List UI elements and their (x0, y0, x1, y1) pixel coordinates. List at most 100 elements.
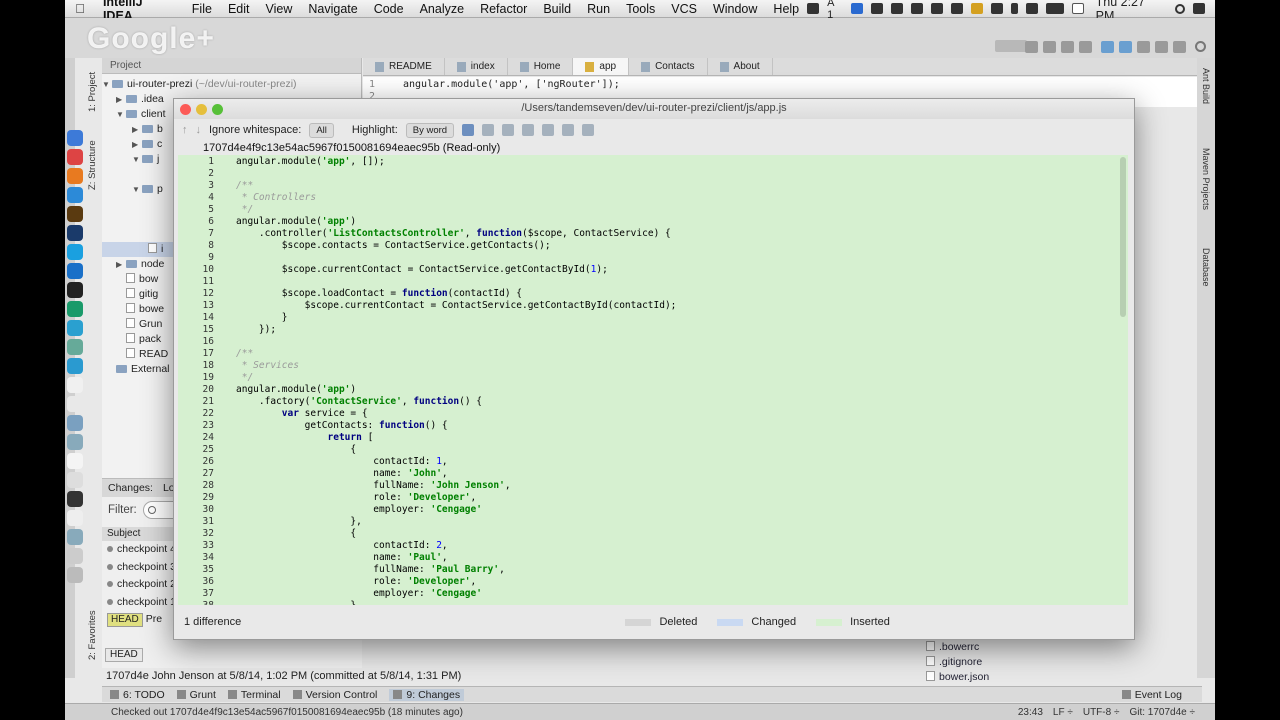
flag-icon[interactable] (1071, 3, 1084, 14)
highlight-select[interactable]: By word (405, 122, 455, 138)
folder-icon[interactable] (67, 529, 83, 545)
vcs-revert-icon[interactable] (1155, 41, 1168, 53)
teamviewer-icon[interactable] (67, 263, 83, 279)
menu-run[interactable]: Run (579, 2, 618, 16)
illustrator-icon[interactable] (67, 206, 83, 222)
gears-icon[interactable] (67, 339, 83, 355)
menu-code[interactable]: Code (366, 2, 412, 16)
menu-vcs[interactable]: VCS (663, 2, 705, 16)
project-header-label[interactable]: Project (110, 60, 141, 71)
stop-icon[interactable] (1079, 41, 1092, 53)
shield-icon[interactable] (970, 3, 983, 14)
menu-help[interactable]: Help (765, 2, 807, 16)
debug-icon[interactable] (1043, 41, 1056, 53)
caret-position[interactable]: 23:43 (1018, 707, 1043, 718)
side-tab-ant[interactable]: Ant Build (1201, 68, 1211, 104)
safari-icon[interactable] (67, 187, 83, 203)
collapse-unchanged-icon[interactable] (542, 124, 555, 136)
edit-source-icon[interactable] (502, 124, 515, 136)
changes-bottom-tab[interactable]: 9: Changes (389, 688, 465, 701)
changed-file[interactable]: .gitignore (920, 655, 1180, 670)
photoshop-icon[interactable] (67, 225, 83, 241)
finder-icon[interactable] (67, 130, 83, 146)
side-tab-structure[interactable]: Z: Structure (87, 130, 101, 200)
next-diff-icon[interactable]: ↓ (196, 124, 202, 136)
list-menu-icon[interactable] (1193, 3, 1205, 14)
tab-about[interactable]: About (708, 58, 773, 75)
menu-window[interactable]: Window (705, 2, 765, 16)
tab-readme[interactable]: README (363, 58, 445, 75)
menu-refactor[interactable]: Refactor (472, 2, 535, 16)
firefox-icon[interactable] (67, 168, 83, 184)
vcs-commit-icon[interactable] (1119, 41, 1132, 53)
vertical-scrollbar[interactable] (1120, 157, 1126, 317)
download-icon[interactable] (67, 434, 83, 450)
timemachine-icon[interactable] (990, 3, 1003, 14)
git-branch[interactable]: Git: 1707d4e ÷ (1129, 707, 1195, 718)
sync-scroll-icon[interactable] (462, 124, 475, 136)
finder2-icon[interactable] (67, 453, 83, 469)
menu-tools[interactable]: Tools (618, 2, 663, 16)
apple-icon[interactable]:  (65, 1, 95, 16)
file-icon[interactable] (67, 510, 83, 526)
side-tab-favorites[interactable]: 2: Favorites (87, 605, 101, 665)
side-tab-maven[interactable]: Maven Projects (1201, 148, 1211, 210)
todo-tab[interactable]: 6: TODO (110, 689, 165, 701)
app-status-icon[interactable] (850, 3, 863, 14)
film-icon[interactable] (67, 491, 83, 507)
preview-icon[interactable] (67, 415, 83, 431)
notes-icon[interactable] (67, 396, 83, 412)
menu-edit[interactable]: Edit (220, 2, 258, 16)
changed-file[interactable]: bower.json (920, 670, 1180, 685)
pinwheel-icon[interactable] (67, 320, 83, 336)
vcs-compare-icon[interactable] (1137, 41, 1150, 53)
help-icon[interactable] (482, 124, 495, 136)
alien-icon[interactable] (930, 3, 943, 14)
status-message[interactable]: Checked out 1707d4e4f9c13e54ac5967f01500… (111, 707, 463, 718)
cloud-icon[interactable] (890, 3, 903, 14)
menu-navigate[interactable]: Navigate (300, 2, 365, 16)
intellij-icon[interactable] (67, 358, 83, 374)
tab-index[interactable]: index (445, 58, 508, 75)
file-encoding[interactable]: UTF-8 ÷ (1083, 707, 1120, 718)
side-tab-database[interactable]: Database (1201, 248, 1211, 287)
image-icon[interactable] (67, 472, 83, 488)
expand-icon[interactable] (562, 124, 575, 136)
terminal-tab[interactable]: Terminal (227, 689, 281, 701)
screen-icon[interactable] (807, 3, 820, 14)
ignore-whitespace-select[interactable]: All (309, 122, 334, 138)
notification-bell-icon[interactable] (950, 3, 963, 14)
diff-code-pane[interactable]: 1 angular.module('app', []); 2 3/** 4 * Cont… (178, 155, 1128, 605)
tab-home[interactable]: Home (508, 58, 574, 75)
wifi-icon[interactable] (1025, 3, 1038, 14)
version-control-tab[interactable]: Version Control (292, 689, 377, 701)
grunt-tab[interactable]: Grunt (176, 689, 216, 701)
event-log-tab[interactable]: Event Log (1121, 689, 1182, 701)
evernote-icon[interactable] (870, 3, 883, 14)
bluetooth-icon[interactable] (1010, 3, 1018, 14)
changed-file[interactable]: .bowerrc (920, 640, 1180, 655)
changes-tab[interactable]: Changes: (108, 482, 153, 494)
search-everywhere-icon[interactable] (1195, 41, 1206, 52)
run-config-icon[interactable] (995, 40, 1027, 52)
line-separator[interactable]: LF ÷ (1053, 707, 1073, 718)
vcs-update-icon[interactable] (1101, 41, 1114, 53)
battery-icon[interactable] (1045, 3, 1064, 14)
menu-build[interactable]: Build (535, 2, 579, 16)
menu-file[interactable]: File (184, 2, 220, 16)
vine-icon[interactable] (67, 301, 83, 317)
terminal-icon[interactable] (67, 282, 83, 298)
export-icon[interactable] (582, 124, 595, 136)
settings-icon[interactable] (1173, 41, 1186, 53)
menu-analyze[interactable]: Analyze (412, 2, 472, 16)
tab-app[interactable]: app (573, 58, 630, 75)
document-icon[interactable] (67, 377, 83, 393)
coverage-icon[interactable] (1061, 41, 1074, 53)
dropbox-icon[interactable] (910, 3, 923, 14)
chrome-icon[interactable] (67, 149, 83, 165)
run-icon[interactable] (1025, 41, 1038, 53)
prev-diff-icon[interactable]: ↑ (182, 124, 188, 136)
spotlight-search-icon[interactable] (1175, 3, 1185, 14)
tab-contacts[interactable]: Contacts (629, 58, 708, 75)
skype-icon[interactable] (67, 244, 83, 260)
